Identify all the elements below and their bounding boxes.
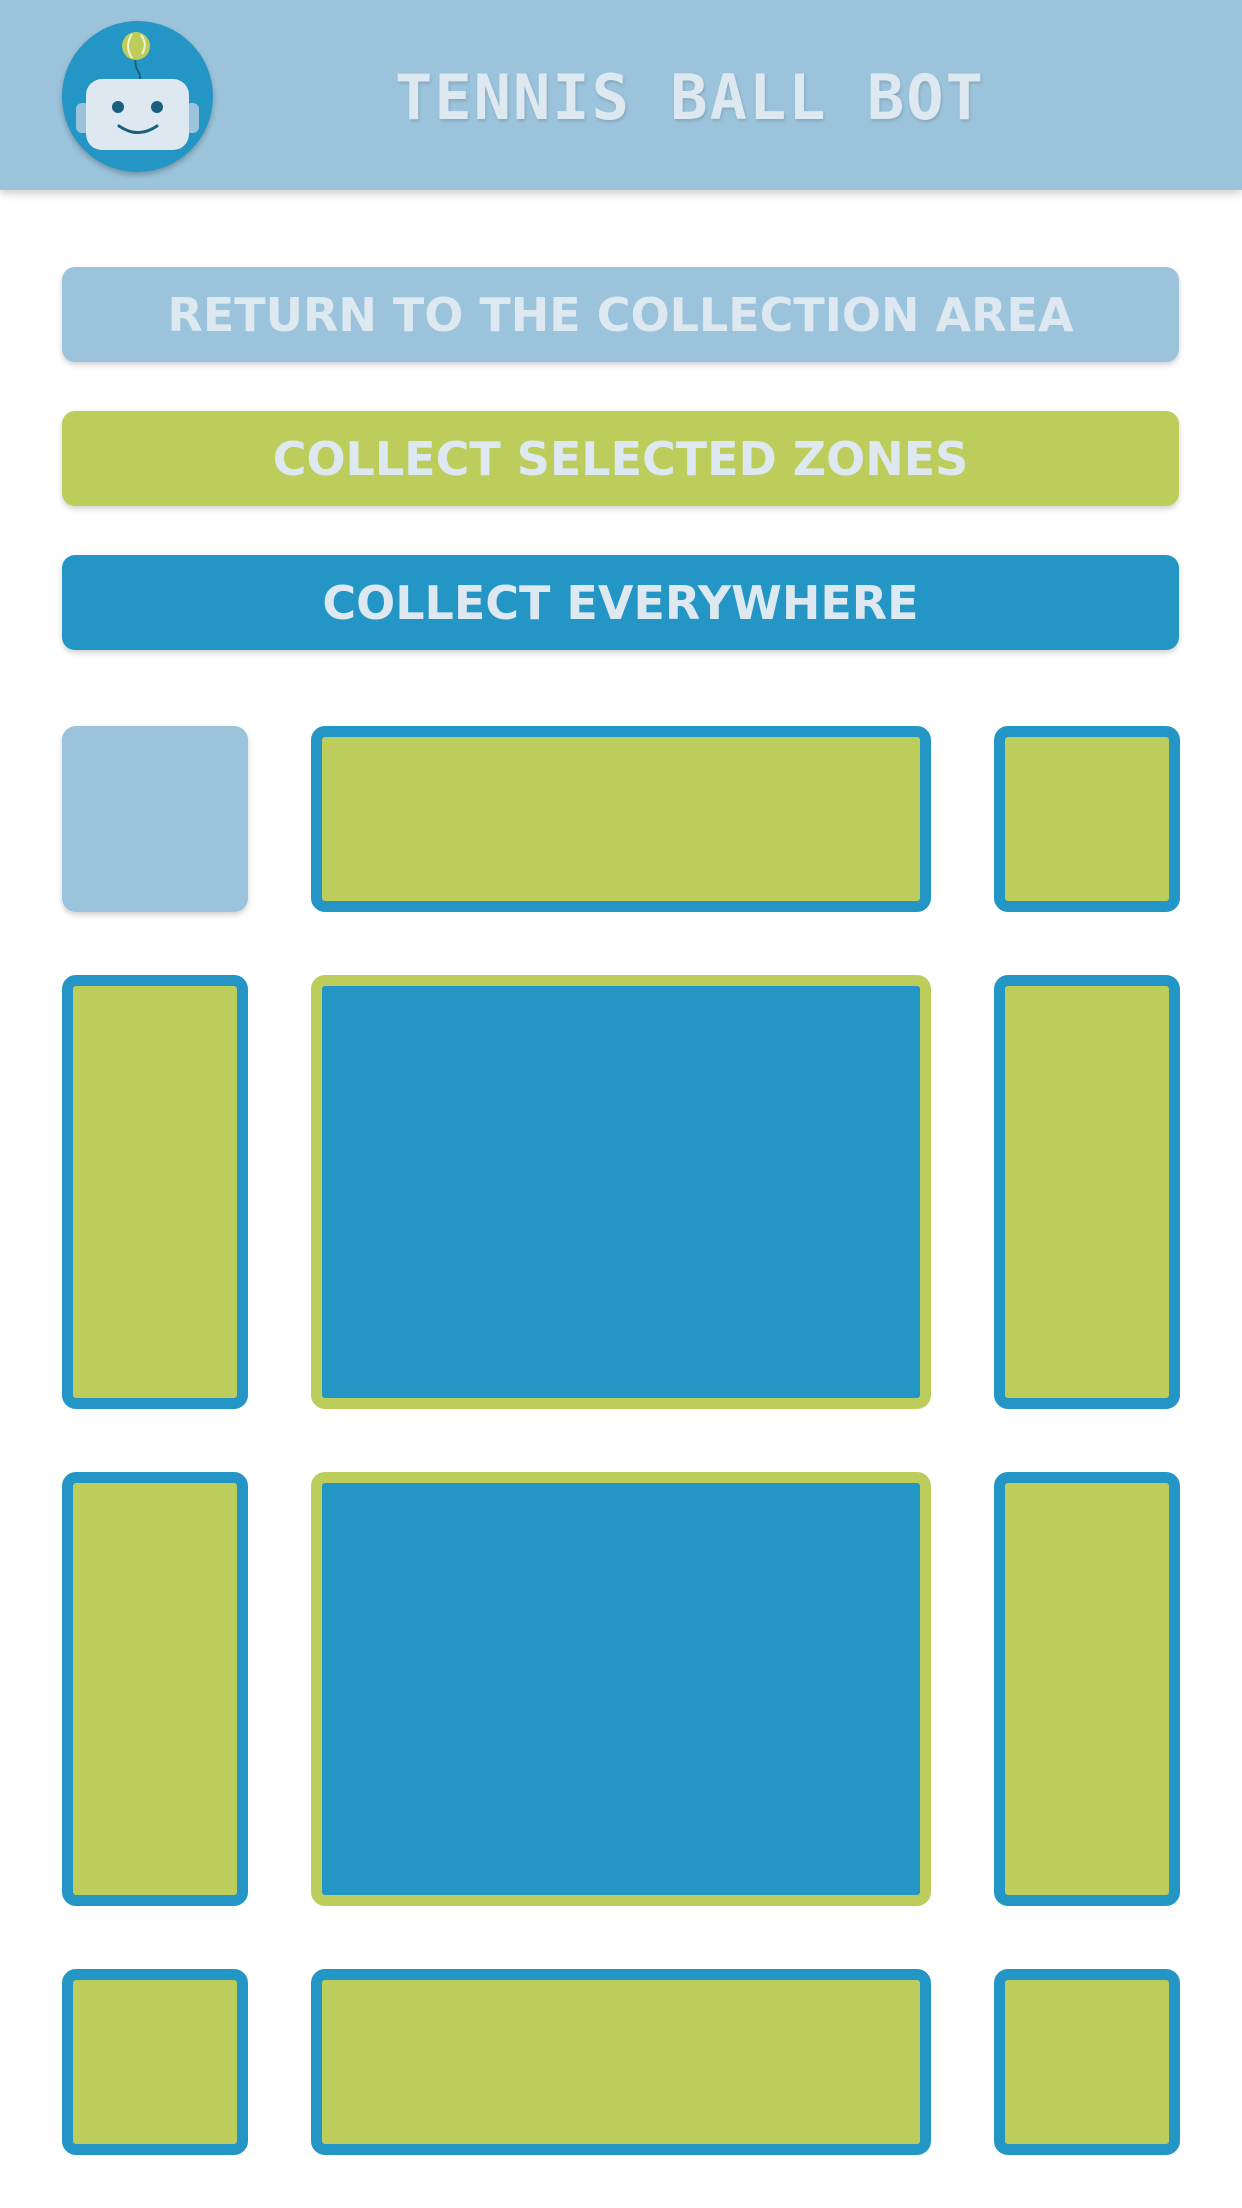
zone-r1c2[interactable] [311,726,931,912]
app-header: TENNIS BALL BOT [0,0,1242,190]
collect-selected-zones-button[interactable]: COLLECT SELECTED ZONES [62,411,1179,506]
collection-area-zone [62,726,248,912]
collect-everywhere-button[interactable]: COLLECT EVERYWHERE [62,555,1179,650]
zone-r2c3[interactable] [994,975,1180,1409]
return-to-collection-area-button[interactable]: RETURN TO THE COLLECTION AREA [62,267,1179,362]
zone-r4c1[interactable] [62,1969,248,2155]
zone-r4c3[interactable] [994,1969,1180,2155]
zone-r4c2[interactable] [311,1969,931,2155]
zone-r2c2-court-half[interactable] [311,975,931,1409]
zone-r1c3[interactable] [994,726,1180,912]
zone-r3c3[interactable] [994,1472,1180,1906]
app-title: TENNIS BALL BOT [395,61,985,134]
zone-r3c1[interactable] [62,1472,248,1906]
robot-logo-icon [62,21,213,172]
zone-r2c1[interactable] [62,975,248,1409]
zone-r3c2-court-half[interactable] [311,1472,931,1906]
